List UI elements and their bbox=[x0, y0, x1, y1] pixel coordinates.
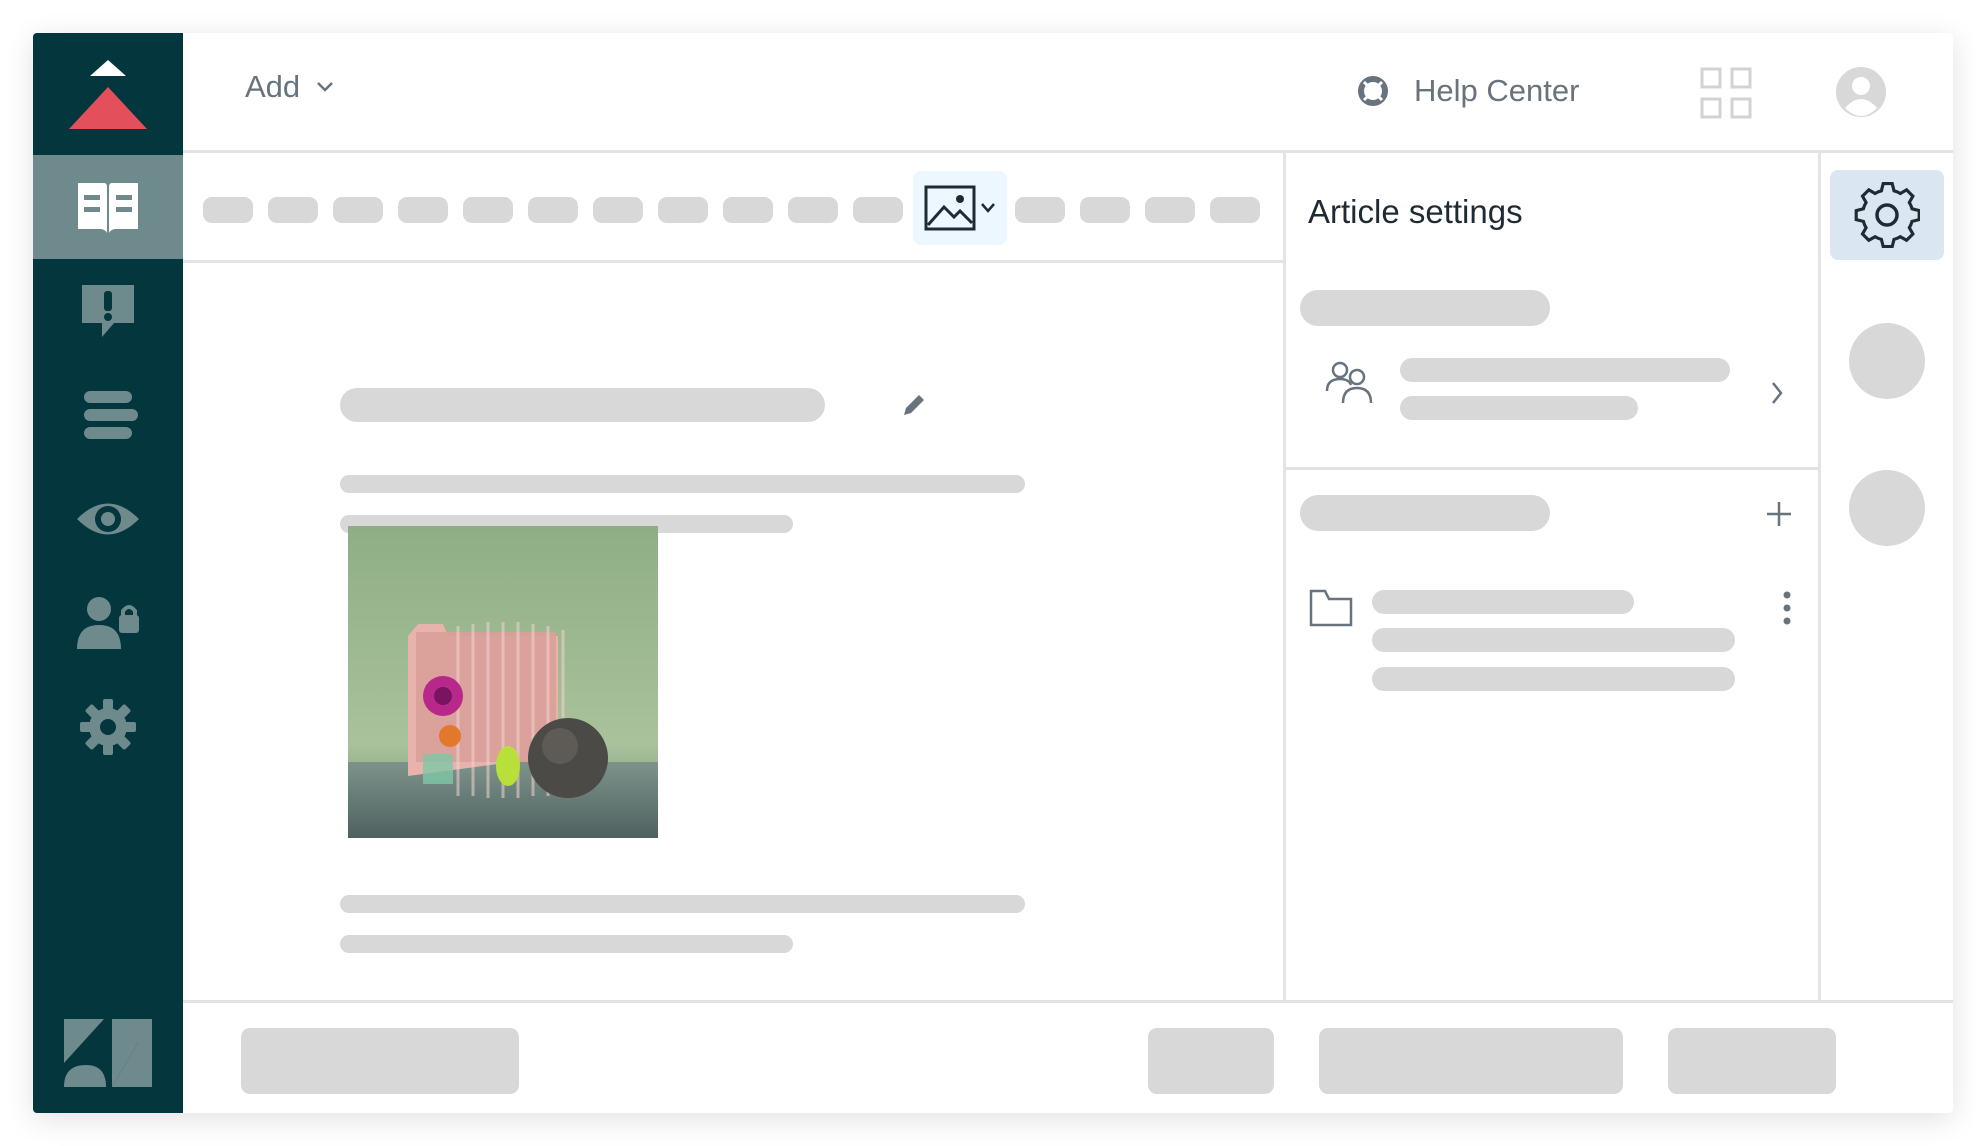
folder-icon bbox=[1309, 589, 1353, 627]
text-line-placeholder bbox=[340, 935, 793, 953]
rail-button[interactable] bbox=[1849, 470, 1925, 546]
title-placeholder[interactable] bbox=[340, 388, 825, 422]
chevron-down-icon bbox=[317, 82, 334, 92]
insert-image-button[interactable] bbox=[913, 171, 1007, 245]
product-logo[interactable] bbox=[33, 33, 183, 155]
toolbar-button[interactable] bbox=[463, 197, 513, 223]
user-lock-icon bbox=[77, 597, 139, 649]
sidebar-item-settings[interactable] bbox=[33, 675, 183, 779]
add-dropdown-button[interactable]: Add bbox=[245, 69, 334, 105]
article-editor[interactable] bbox=[183, 263, 1283, 1000]
text-line-placeholder bbox=[1400, 358, 1730, 382]
alert-message-icon bbox=[82, 285, 134, 337]
text-line-placeholder bbox=[340, 475, 1025, 493]
rail-button[interactable] bbox=[1849, 323, 1925, 399]
text-line-placeholder bbox=[1372, 667, 1735, 691]
sidebar-item-alerts[interactable] bbox=[33, 259, 183, 363]
help-center-link[interactable]: Help Center bbox=[1358, 73, 1579, 109]
top-header: Add Help Center bbox=[183, 33, 1953, 153]
list-icon bbox=[84, 391, 138, 439]
article-settings-button[interactable] bbox=[1830, 170, 1944, 260]
apps-grid-icon[interactable] bbox=[1700, 67, 1752, 124]
permissions-row[interactable] bbox=[1295, 353, 1815, 443]
toolbar-button[interactable] bbox=[723, 197, 773, 223]
footer-button[interactable] bbox=[1148, 1028, 1274, 1094]
toolbar-button[interactable] bbox=[593, 197, 643, 223]
add-label: Add bbox=[245, 69, 301, 104]
sidebar-item-preview[interactable] bbox=[33, 467, 183, 571]
app-window: Add Help Center Article settings bbox=[33, 33, 1953, 1113]
help-center-label: Help Center bbox=[1414, 73, 1580, 108]
divider bbox=[1283, 153, 1286, 1001]
sidebar-item-list[interactable] bbox=[33, 363, 183, 467]
more-vertical-icon[interactable] bbox=[1781, 591, 1793, 625]
footer-bar bbox=[183, 1000, 1953, 1113]
users-icon bbox=[1325, 361, 1373, 404]
text-line-placeholder bbox=[340, 895, 1025, 913]
plus-icon[interactable] bbox=[1764, 499, 1794, 529]
section-heading-placeholder bbox=[1300, 495, 1550, 531]
chevron-right-icon bbox=[1772, 382, 1783, 404]
sidebar-item-user-permissions[interactable] bbox=[33, 571, 183, 675]
editor-toolbar bbox=[183, 153, 1283, 263]
text-line-placeholder bbox=[1400, 396, 1638, 420]
toolbar-button[interactable] bbox=[203, 197, 253, 223]
toolbar-button[interactable] bbox=[788, 197, 838, 223]
toolbar-button[interactable] bbox=[528, 197, 578, 223]
user-avatar-icon bbox=[1836, 67, 1886, 117]
toolbar-button[interactable] bbox=[658, 197, 708, 223]
text-line-placeholder bbox=[1372, 590, 1634, 614]
pencil-icon[interactable] bbox=[900, 391, 928, 419]
zendesk-logo bbox=[33, 993, 183, 1113]
section-heading-placeholder bbox=[1300, 290, 1550, 326]
footer-button[interactable] bbox=[1668, 1028, 1836, 1094]
footer-button[interactable] bbox=[1319, 1028, 1623, 1094]
toolbar-button[interactable] bbox=[1015, 197, 1065, 223]
toolbar-button[interactable] bbox=[1145, 197, 1195, 223]
toolbar-button[interactable] bbox=[1080, 197, 1130, 223]
eye-icon bbox=[77, 503, 139, 535]
book-icon bbox=[78, 183, 138, 233]
image-icon bbox=[924, 185, 976, 231]
sidebar bbox=[33, 33, 183, 1113]
gear-icon bbox=[1854, 182, 1920, 248]
panel-title: Article settings bbox=[1308, 193, 1523, 230]
article-image[interactable] bbox=[348, 526, 658, 838]
toolbar-button[interactable] bbox=[333, 197, 383, 223]
sidebar-item-guide[interactable] bbox=[33, 155, 183, 259]
toolbar-button[interactable] bbox=[268, 197, 318, 223]
text-line-placeholder bbox=[1372, 628, 1735, 652]
toolbar-button[interactable] bbox=[853, 197, 903, 223]
footer-button[interactable] bbox=[241, 1028, 519, 1094]
toolbar-button[interactable] bbox=[1210, 197, 1260, 223]
lifebuoy-icon bbox=[1358, 76, 1388, 106]
toolbar-button[interactable] bbox=[398, 197, 448, 223]
chevron-down-icon bbox=[981, 203, 995, 213]
divider bbox=[1818, 153, 1821, 1001]
panel-divider bbox=[1283, 467, 1821, 470]
gear-icon bbox=[80, 699, 136, 755]
user-avatar[interactable] bbox=[1835, 66, 1887, 123]
section-list-item[interactable] bbox=[1295, 585, 1815, 735]
